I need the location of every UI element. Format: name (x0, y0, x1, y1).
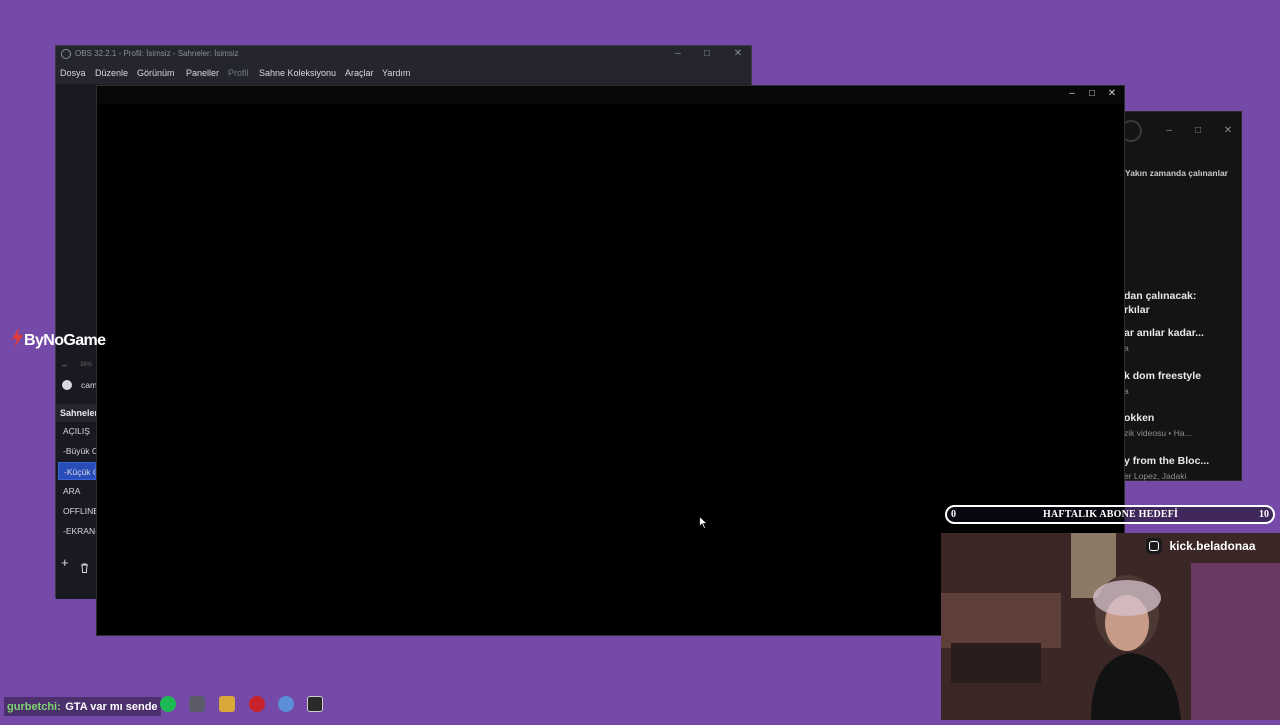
goal-current: 0 (951, 509, 956, 520)
track-subtitle: er Lopez, Jadaki (1124, 471, 1187, 481)
scene-item[interactable]: AÇILIŞ (58, 422, 96, 440)
obs-menubar: Dosya Düzenle Görünüm Paneller Profil Sa… (56, 62, 751, 84)
scene-item[interactable]: -Büyük C (58, 442, 96, 460)
sponsor-logo: ByNoGame (10, 328, 106, 350)
track-title[interactable]: k dom freestyle (1124, 370, 1201, 382)
up-next-label: dan çalınacak: (1124, 290, 1197, 302)
scene-item-selected[interactable]: -Küçük C (58, 462, 96, 480)
source-name[interactable]: cam (81, 380, 97, 390)
obs-window-title: OBS 32.2.1 - Profil: İsimsiz - Sahneler:… (75, 49, 239, 58)
chat-message: gurbetchi: GTA var mı sende (4, 697, 161, 716)
track-title[interactable]: y from the Bloc... (1124, 455, 1209, 467)
webcam-image (941, 533, 1280, 720)
minimize-icon[interactable]: – (1159, 123, 1179, 139)
goal-target: 10 (1259, 509, 1269, 520)
obs-logo-icon (61, 49, 71, 59)
sponsor-name: ByNoGame (24, 332, 106, 349)
scene-item[interactable]: OFFLINE (58, 502, 96, 520)
chat-username: gurbetchi: (7, 701, 61, 713)
zoom-level: 36% (80, 362, 93, 368)
scene-item[interactable]: ARA (58, 482, 96, 500)
menu-profil[interactable]: Profil (228, 62, 249, 84)
track-title[interactable]: ar anılar kadar... (1124, 327, 1204, 339)
spotify-icon[interactable] (160, 696, 176, 712)
app-icon[interactable] (189, 696, 205, 712)
obs-titlebar[interactable]: OBS 32.2.1 - Profil: İsimsiz - Sahneler:… (56, 46, 751, 62)
menu-paneller[interactable]: Paneller (186, 62, 219, 84)
close-icon[interactable]: ✕ (1102, 86, 1122, 102)
recently-played-label[interactable]: Yakın zamanda çalınanlar (1125, 168, 1228, 178)
menu-sahne-koleksiyonu[interactable]: Sahne Koleksiyonu (259, 62, 336, 84)
subscriber-goal-bar: 0 HAFTALIK ABONE HEDEFİ 10 (945, 505, 1275, 524)
instagram-handle: kick.beladonaa (1146, 537, 1256, 555)
menu-duzenle[interactable]: Düzenle (95, 62, 128, 84)
settings-icon[interactable] (278, 696, 294, 712)
folder-icon[interactable] (219, 696, 235, 712)
minimize-icon[interactable]: – (668, 46, 688, 62)
track-title[interactable]: okken (1124, 412, 1154, 424)
close-icon[interactable]: ✕ (728, 46, 748, 62)
menu-gorunum[interactable]: Görünüm (137, 62, 175, 84)
scenes-header: Sahneler (60, 408, 99, 418)
track-subtitle: zik videosu • Ha... (1124, 428, 1192, 438)
maximize-icon[interactable]: □ (1082, 86, 1102, 102)
bynogame-logo-icon (12, 328, 23, 348)
epic-games-icon[interactable] (307, 696, 323, 712)
chat-text: GTA var mı sende (65, 701, 158, 713)
minimize-icon[interactable]: – (1062, 86, 1082, 102)
instagram-username: kick.beladonaa (1169, 538, 1256, 553)
up-next-label-2: rkılar (1124, 304, 1150, 316)
source-visibility-icon[interactable] (62, 380, 72, 390)
maximize-icon[interactable]: □ (1188, 123, 1208, 139)
webcam-feed (941, 533, 1280, 720)
instagram-icon (1146, 537, 1162, 554)
goal-title: HAFTALIK ABONE HEDEFİ (1043, 509, 1179, 520)
scene-item[interactable]: -EKRAN- (58, 522, 96, 540)
delete-scene-icon[interactable] (80, 560, 89, 578)
menu-dosya[interactable]: Dosya (60, 62, 86, 84)
maximize-icon[interactable]: □ (697, 46, 717, 62)
black-window-titlebar[interactable]: – □ ✕ (97, 86, 1124, 104)
menu-yardim[interactable]: Yardım (382, 62, 410, 84)
mouse-cursor-icon (699, 516, 708, 529)
add-scene-icon[interactable]: + (61, 556, 69, 570)
close-icon[interactable]: ✕ (1218, 123, 1238, 139)
music-app-window: – □ ✕ Yakın zamanda çalınanlar dan çalın… (1120, 111, 1242, 481)
zoom-out-icon[interactable]: – (62, 360, 67, 370)
pinterest-icon[interactable] (249, 696, 265, 712)
menu-araclar[interactable]: Araçlar (345, 62, 374, 84)
